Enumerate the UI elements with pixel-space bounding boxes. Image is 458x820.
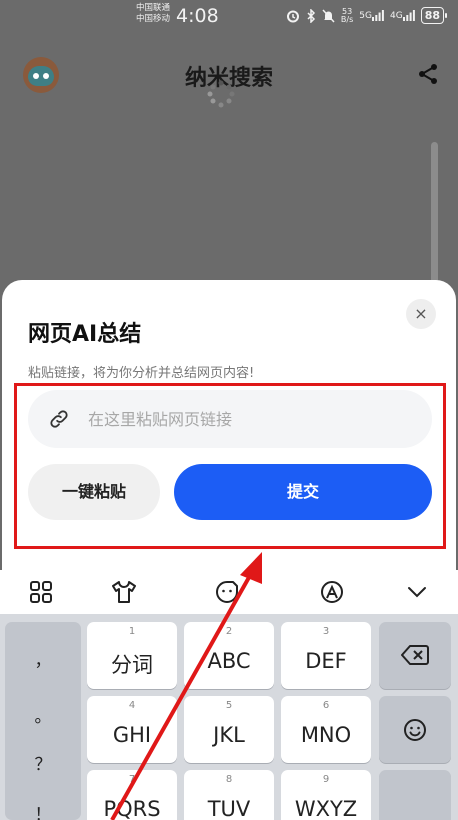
status-icons: 53 B/s 5G 4G 88 (286, 7, 448, 24)
key-number: 4 (128, 700, 136, 711)
collapse-chevron-icon[interactable] (403, 578, 431, 606)
key-label: GHI (112, 723, 152, 747)
punctuation-key[interactable]: 。 (5, 702, 81, 727)
tshirt-icon[interactable] (110, 578, 138, 606)
mute-icon (322, 8, 335, 23)
punctuation-column: ， 。 ？ ！ (5, 622, 81, 820)
key-7[interactable]: 7 PQRS (87, 770, 177, 820)
grid-icon[interactable] (27, 578, 55, 606)
key-4[interactable]: 4 GHI (87, 696, 177, 763)
keyboard-toolbar (0, 570, 458, 614)
key-number: 7 (128, 774, 136, 785)
key-label: ABC (207, 649, 251, 673)
sticker-icon[interactable] (213, 578, 241, 606)
handwriting-icon[interactable] (318, 578, 346, 606)
network-speed: 53 B/s (340, 7, 354, 24)
sheet-title: 网页AI总结 (28, 322, 142, 347)
battery-level: 88 (420, 7, 448, 24)
key-number: 9 (322, 774, 330, 785)
punctuation-key[interactable]: ？ (5, 750, 81, 775)
key-1[interactable]: 1 分词 (87, 622, 177, 689)
key-number: 5 (225, 700, 233, 711)
key-label: DEF (305, 649, 347, 673)
key-label: JKL (213, 723, 245, 747)
key-8[interactable]: 8 TUV (184, 770, 274, 820)
empty-function-key[interactable] (379, 770, 451, 820)
signal-bars-icon (371, 10, 384, 21)
close-button[interactable]: × (406, 299, 436, 329)
key-6[interactable]: 6 MNO (281, 696, 371, 763)
key-label: 分词 (111, 653, 153, 677)
speed-unit: B/s (340, 14, 354, 24)
key-label: PQRS (103, 797, 161, 820)
key-number: 6 (322, 700, 330, 711)
emoji-icon (404, 719, 426, 741)
carrier-2: 中国移动 (136, 14, 171, 24)
signal-5g: 5G (359, 10, 384, 21)
bluetooth-icon (307, 8, 315, 23)
key-5[interactable]: 5 JKL (184, 696, 274, 763)
carrier-1: 中国联通 (136, 3, 171, 13)
status-time: 4:08 (176, 5, 219, 27)
punctuation-key[interactable]: ， (5, 646, 81, 671)
signal-4g: 4G (390, 10, 415, 21)
key-label: TUV (207, 797, 251, 820)
key-9[interactable]: 9 WXYZ (281, 770, 371, 820)
highlight-box (14, 383, 446, 549)
backspace-icon (401, 645, 429, 665)
emoji-key[interactable] (379, 696, 451, 763)
key-label: MNO (300, 723, 352, 747)
net-type-1: 5G (359, 11, 372, 21)
key-3[interactable]: 3 DEF (281, 622, 371, 689)
key-number: 1 (128, 626, 136, 637)
alarm-icon (286, 10, 299, 22)
loading-spinner-icon (207, 80, 235, 108)
backspace-key[interactable] (379, 622, 451, 689)
status-bar: 中国联通 中国移动 4:08 53 B/s 5G 4G 88 (0, 0, 458, 34)
sheet-subtitle: 粘贴链接，将为你分析并总结网页内容! (28, 366, 255, 381)
key-label: WXYZ (294, 797, 358, 820)
key-number: 8 (225, 774, 233, 785)
punctuation-key[interactable]: ！ (5, 800, 81, 820)
signal-bars-icon (402, 10, 415, 21)
net-type-2: 4G (389, 11, 403, 21)
key-number: 3 (322, 626, 330, 637)
share-icon[interactable] (416, 62, 440, 86)
keyboard: ， 。 ？ ！ 1 分词 2 ABC 3 DEF 4 GHI 5 JKL 6 M… (0, 614, 458, 820)
key-number: 2 (225, 626, 233, 637)
key-2[interactable]: 2 ABC (184, 622, 274, 689)
carrier-names: 中国联通 中国移动 (136, 3, 170, 25)
